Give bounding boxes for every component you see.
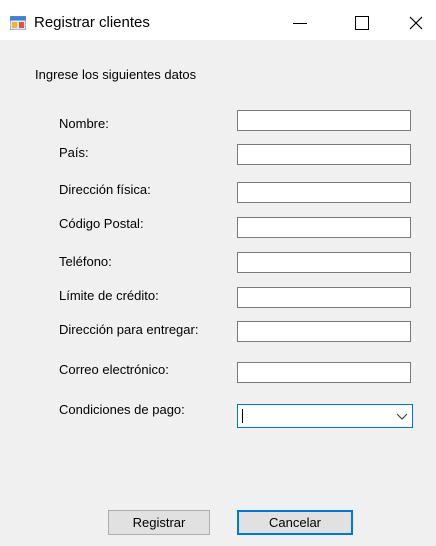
registrar-clientes-window: Registrar clientes Ingrese los siguiente… xyxy=(0,0,436,546)
form-client-area: Ingrese los siguientes datos Nombre: Paí… xyxy=(0,40,436,546)
minimize-button[interactable] xyxy=(280,8,320,38)
registrar-button[interactable]: Registrar xyxy=(108,510,210,535)
limite-credito-label: Límite de crédito: xyxy=(59,288,159,303)
title-bar[interactable]: Registrar clientes xyxy=(0,0,436,40)
direccion-fisica-input[interactable] xyxy=(237,182,411,203)
app-form-icon xyxy=(9,15,27,31)
correo-input[interactable] xyxy=(237,362,411,383)
minimize-icon xyxy=(293,22,307,24)
correo-label: Correo electrónico: xyxy=(59,362,169,377)
cancelar-button[interactable]: Cancelar xyxy=(237,510,353,535)
telefono-input[interactable] xyxy=(237,252,411,273)
condiciones-pago-combobox[interactable] xyxy=(237,404,413,428)
codigo-postal-label: Código Postal: xyxy=(59,216,144,231)
chevron-down-icon[interactable] xyxy=(396,410,408,422)
text-caret xyxy=(242,409,243,423)
nombre-label: Nombre: xyxy=(59,116,109,131)
limite-credito-input[interactable] xyxy=(237,287,411,308)
close-button[interactable] xyxy=(396,8,436,38)
nombre-input[interactable] xyxy=(237,110,411,131)
condiciones-pago-label: Condiciones de pago: xyxy=(59,402,185,417)
window-title: Registrar clientes xyxy=(34,14,150,31)
pais-input[interactable] xyxy=(237,144,411,165)
pais-label: País: xyxy=(59,145,89,160)
telefono-label: Teléfono: xyxy=(59,254,112,269)
direccion-entregar-input[interactable] xyxy=(237,321,411,342)
close-icon xyxy=(409,16,423,30)
direccion-fisica-label: Dirección física: xyxy=(59,182,151,197)
maximize-icon xyxy=(355,16,369,30)
direccion-entregar-label: Dirección para entregar: xyxy=(59,322,199,337)
maximize-button[interactable] xyxy=(342,8,382,38)
intro-label: Ingrese los siguientes datos xyxy=(35,67,197,82)
codigo-postal-input[interactable] xyxy=(237,217,411,238)
